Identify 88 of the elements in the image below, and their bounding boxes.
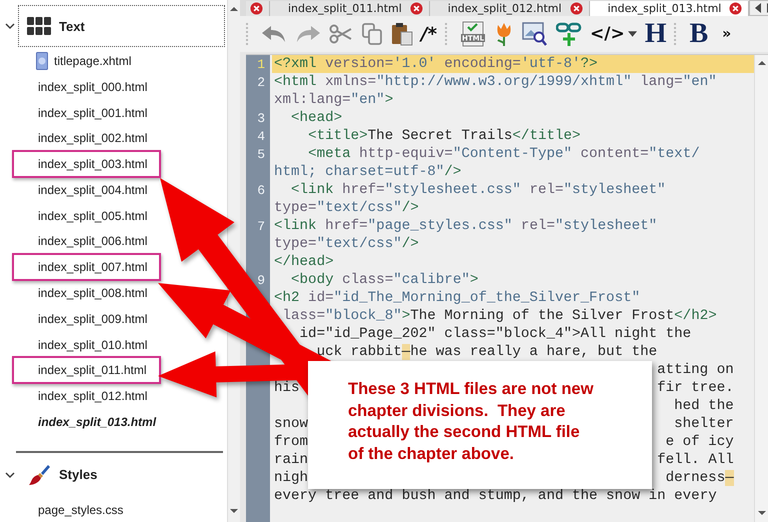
annotation-text: of the chapter above.	[348, 444, 515, 464]
scroll-down-icon[interactable]	[229, 508, 239, 514]
tab[interactable]	[246, 1, 270, 16]
code-line: fir tree.	[657, 380, 734, 396]
line-number: 5	[256, 146, 266, 162]
group-label: Styles	[59, 467, 98, 482]
chevron-icon[interactable]	[5, 21, 15, 31]
file-item[interactable]: page_styles.css	[12, 496, 138, 522]
line-number: 1	[256, 56, 266, 72]
line-number: 2	[256, 74, 266, 90]
code-line: fell. All	[657, 452, 734, 468]
format-button[interactable]: B	[689, 20, 708, 48]
close-icon[interactable]	[570, 2, 583, 15]
tab[interactable]: index_split_011.html	[270, 1, 430, 16]
file-item[interactable]: index_split_010.html	[12, 330, 162, 359]
file-item[interactable]: index_split_004.html	[12, 176, 162, 204]
scissors-icon[interactable]	[329, 23, 353, 45]
code-line: from	[274, 434, 308, 450]
code-line: <body class="calibre">	[290, 272, 478, 288]
code-line: atting on	[657, 362, 734, 378]
tab[interactable]: index_split_012.html	[430, 1, 590, 16]
tab-scroll-left-icon[interactable]	[754, 3, 762, 13]
code-line: type="text/css"/>	[274, 236, 419, 252]
line-number: 7	[256, 218, 266, 234]
code-line: <link href="page_styles.css" rel="stylesheet"	[274, 218, 658, 234]
clipboard-icon[interactable]	[391, 22, 413, 46]
code-line: <?xml version='1.0' encoding='utf-8'?>	[274, 56, 598, 72]
code-line: <html xmlns="http://www.w3.org/1999/xhtml" lang="en"	[274, 74, 717, 90]
line-number: 9	[256, 272, 266, 288]
file-item[interactable]: index_split_006.html	[12, 227, 162, 256]
file-item[interactable]: index_split_013.html	[12, 408, 170, 436]
code-line: <link href="stylesheet.css" rel="stylesheet"	[290, 182, 666, 198]
code-line: e of icy	[666, 434, 734, 450]
image-file-icon	[36, 52, 48, 70]
comment-button[interactable]: /*	[421, 24, 437, 44]
copy-icon[interactable]	[361, 22, 383, 46]
code-line: type="text/css"/>	[274, 200, 419, 216]
file-item[interactable]: index_split_008.html	[12, 279, 162, 308]
caret-icon	[628, 31, 637, 37]
more-tools-button[interactable]: »	[722, 26, 732, 42]
scroll-up-icon[interactable]	[229, 6, 239, 12]
line-number: 6	[256, 182, 266, 198]
close-icon[interactable]	[250, 2, 263, 15]
line-number: 4	[256, 128, 266, 144]
code-tag-button[interactable]: </>	[590, 24, 637, 44]
paintbrush-icon	[27, 462, 51, 487]
code-line: snow	[274, 416, 308, 432]
image-search-icon[interactable]	[522, 21, 548, 47]
code-line: <meta http-equiv="Content-Type" content="text/	[307, 146, 700, 162]
file-item[interactable]: index_split_002.html	[12, 124, 162, 152]
file-item[interactable]: index_split_005.html	[12, 202, 162, 230]
file-item[interactable]: index_split_011.html	[12, 356, 161, 384]
code-line: shelter	[674, 416, 734, 432]
code-line: hed the	[674, 398, 734, 414]
annotation-text: These 3 HTML files are not new	[348, 379, 594, 400]
code-line: lass="block_8">The Morning of the Silver Frost</h2>	[282, 308, 717, 324]
code-line: <h2 id="id_The_Morning_of_the_Silver_Frost"	[274, 290, 640, 306]
scroll-up-icon[interactable]	[756, 60, 766, 66]
code-line: html; charset=utf-8"/>	[274, 164, 462, 180]
code-line: <title>The Secret Trails</title>	[307, 128, 581, 144]
line-number: 3	[256, 110, 266, 126]
text-blocks-icon	[27, 16, 51, 36]
chain-link-plus-icon[interactable]	[556, 21, 582, 47]
close-icon[interactable]	[410, 2, 423, 15]
file-item[interactable]: index_split_003.html	[12, 150, 162, 178]
tab[interactable]: index_split_013.html	[590, 1, 750, 16]
chevron-icon[interactable]	[5, 470, 15, 480]
tree-group[interactable]: Styles	[0, 452, 227, 497]
file-item[interactable]: index_split_001.html	[12, 98, 162, 126]
file-item[interactable]: index_split_012.html	[12, 382, 162, 410]
annotation-text: actually the second HTML file	[348, 422, 581, 443]
code-line: every tree and bush and stump, and the snow in every	[274, 488, 717, 504]
file-item[interactable]: index_split_007.html	[12, 253, 162, 282]
code-line: nigh	[274, 470, 308, 486]
scroll-down-icon[interactable]	[756, 510, 766, 516]
close-icon[interactable]	[729, 2, 742, 15]
code-line: rain	[274, 452, 308, 468]
scrollbar[interactable]	[754, 55, 768, 522]
annotation-text: chapter divisions. They are	[348, 400, 566, 422]
code-line: id="id_Page_202" class="block_4">All night the	[298, 326, 692, 342]
code-line: <head>	[290, 110, 342, 126]
code-line: his	[274, 380, 300, 396]
file-item[interactable]: index_split_009.html	[12, 304, 162, 333]
code-line: </head>	[274, 254, 334, 270]
code-line: xml:lang="en">	[274, 92, 394, 108]
code-line: derness—	[666, 470, 734, 486]
format-button[interactable]: H	[644, 20, 666, 48]
group-label: Text	[59, 18, 85, 34]
